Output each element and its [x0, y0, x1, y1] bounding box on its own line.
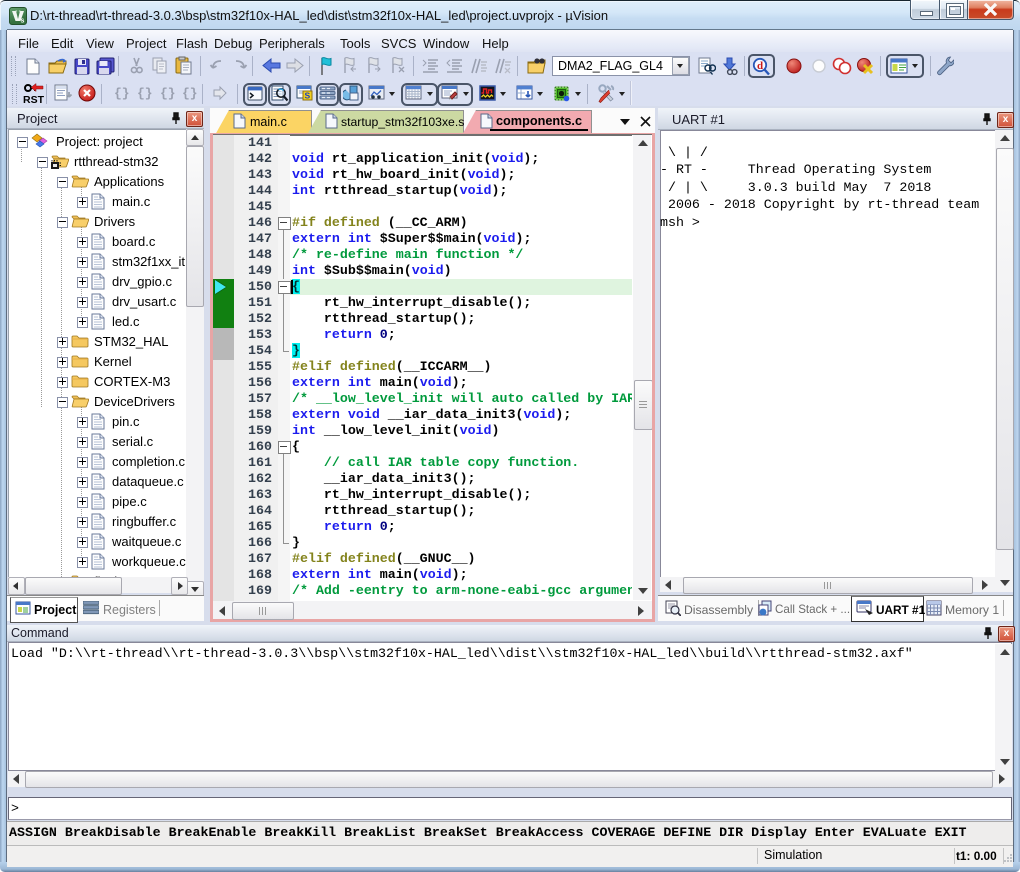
- svg-text:S: S: [305, 91, 311, 101]
- svg-text:{}: {}: [182, 86, 197, 101]
- svg-text:RST: RST: [23, 94, 44, 104]
- svg-text:{}: {}: [137, 86, 152, 101]
- svg-text:{}: {}: [160, 86, 175, 101]
- svg-text:{}: {}: [114, 86, 129, 101]
- svg-text:d: d: [757, 60, 763, 72]
